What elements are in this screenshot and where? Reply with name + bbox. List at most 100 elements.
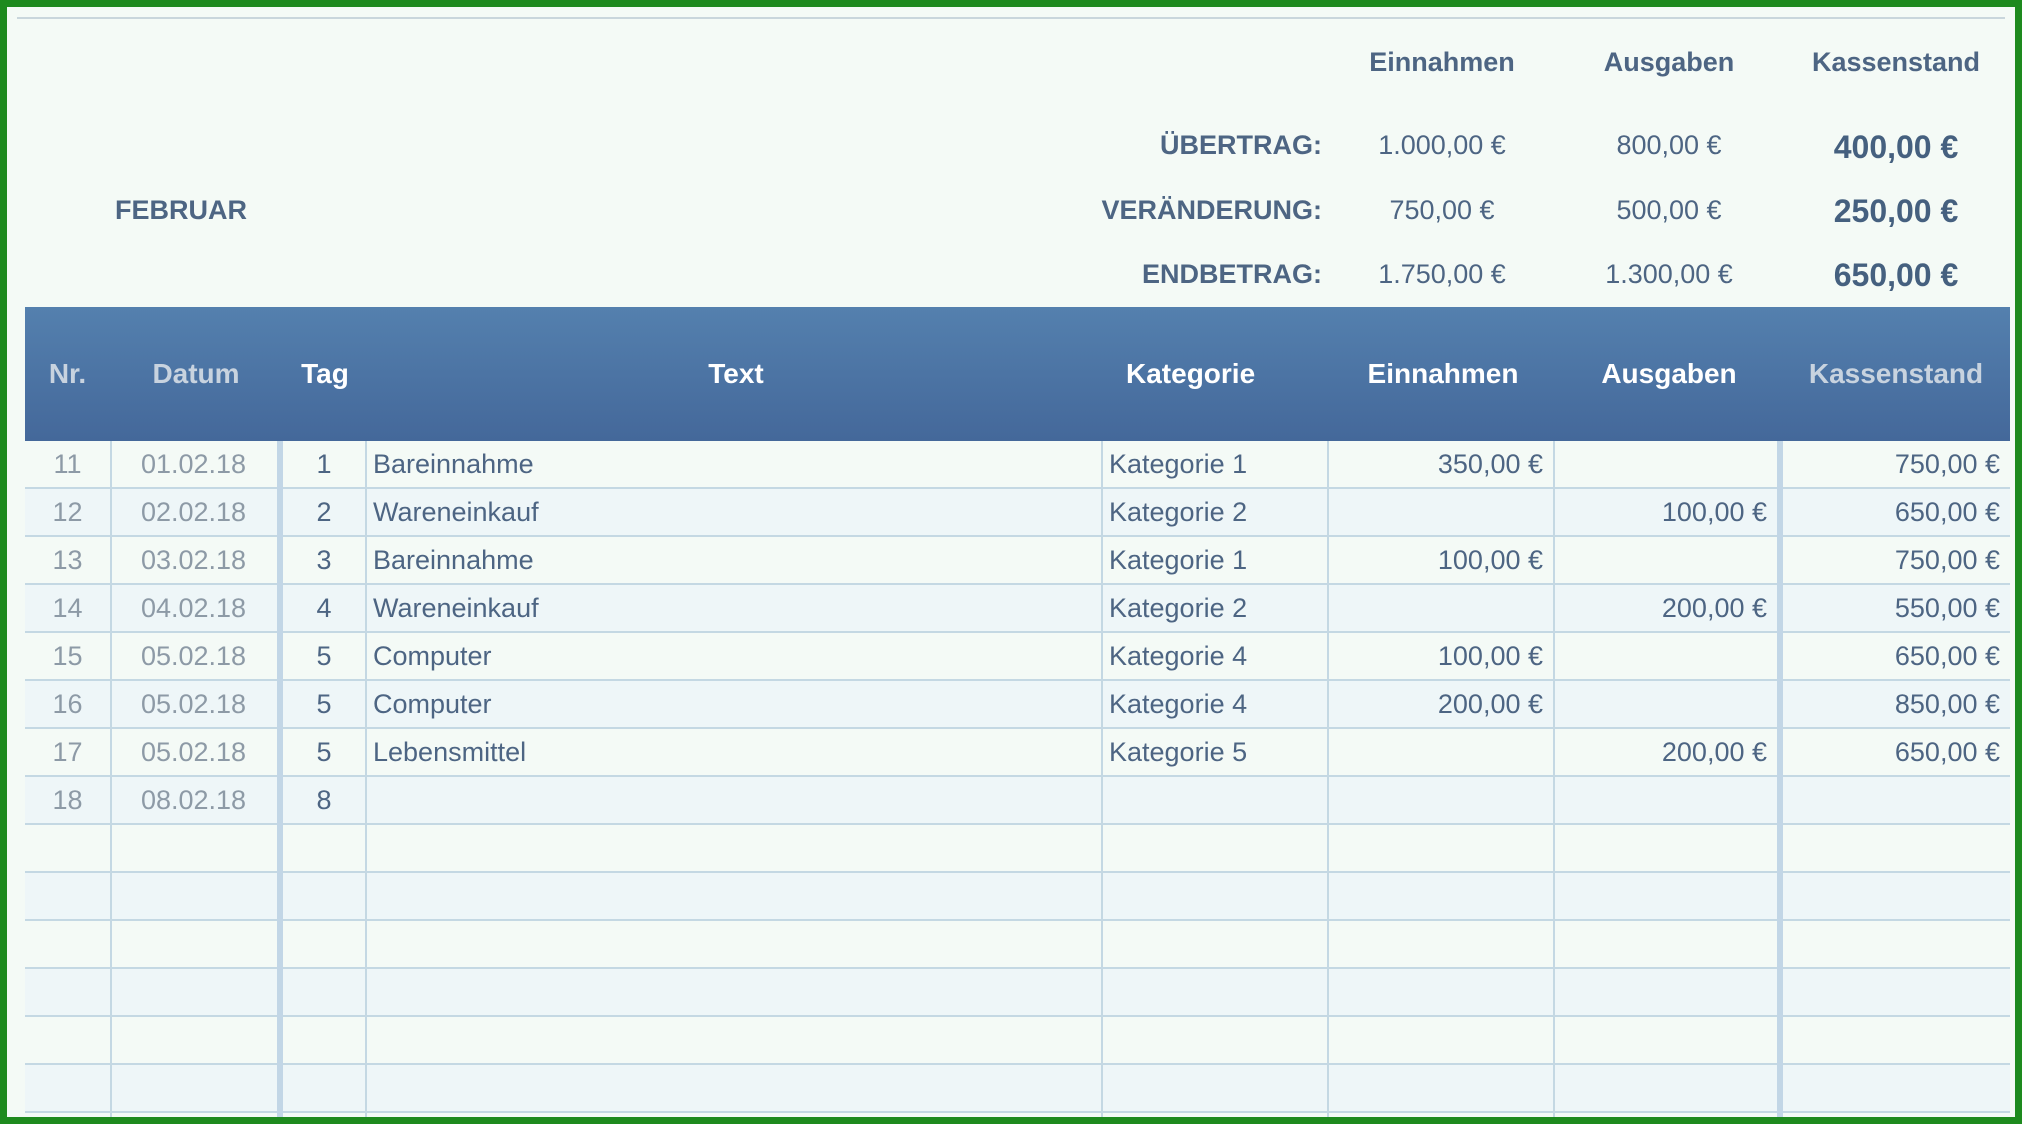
cell-text[interactable] — [367, 1065, 1101, 1111]
cell-kassenstand[interactable] — [1783, 969, 2010, 1015]
column-header-nr[interactable]: Nr. — [25, 307, 110, 441]
cell-tag[interactable] — [283, 1113, 365, 1117]
cell-text[interactable] — [367, 921, 1101, 967]
cell-nr[interactable]: 13 — [25, 537, 110, 583]
cell-datum[interactable]: 01.02.18 — [110, 441, 277, 487]
cell-kategorie[interactable] — [1103, 1113, 1327, 1117]
cell-einnahmen[interactable]: 100,00 € — [1329, 537, 1553, 583]
cell-einnahmen[interactable] — [1329, 1017, 1553, 1063]
table-row[interactable] — [25, 969, 2010, 1017]
table-row[interactable] — [25, 921, 2010, 969]
cell-text[interactable]: Lebensmittel — [367, 729, 1101, 775]
table-row[interactable] — [25, 1017, 2010, 1065]
cell-ausgaben[interactable] — [1555, 825, 1777, 871]
cell-nr[interactable]: 11 — [25, 441, 110, 487]
column-header-text[interactable]: Text — [368, 307, 1104, 441]
cell-tag[interactable]: 5 — [283, 681, 365, 727]
column-header-tag[interactable]: Tag — [282, 307, 368, 441]
summary-veraenderung-einnahmen[interactable]: 750,00 € — [1332, 195, 1552, 226]
cell-einnahmen[interactable] — [1329, 873, 1553, 919]
cell-nr[interactable] — [25, 825, 110, 871]
cell-kategorie[interactable] — [1103, 1017, 1327, 1063]
cell-ausgaben[interactable] — [1555, 969, 1777, 1015]
cell-datum[interactable]: 04.02.18 — [110, 585, 277, 631]
cell-tag[interactable] — [283, 873, 365, 919]
cell-ausgaben[interactable] — [1555, 873, 1777, 919]
cell-tag[interactable] — [283, 1017, 365, 1063]
cell-kassenstand[interactable]: 750,00 € — [1783, 441, 2010, 487]
summary-uebertrag-einnahmen[interactable]: 1.000,00 € — [1332, 130, 1552, 161]
cell-einnahmen[interactable] — [1329, 969, 1553, 1015]
cell-datum[interactable] — [110, 969, 277, 1015]
cell-kassenstand[interactable]: 550,00 € — [1783, 585, 2010, 631]
table-row[interactable]: 11 01.02.18 1 Bareinnahme Kategorie 1 350,00 … — [25, 441, 2010, 489]
cell-einnahmen[interactable] — [1329, 729, 1553, 775]
cell-kategorie[interactable] — [1103, 969, 1327, 1015]
summary-uebertrag-kassenstand[interactable]: 400,00 € — [1786, 129, 2006, 166]
cell-text[interactable] — [367, 825, 1101, 871]
cell-ausgaben[interactable]: 200,00 € — [1555, 729, 1777, 775]
cell-datum[interactable] — [110, 921, 277, 967]
cell-ausgaben[interactable] — [1555, 441, 1777, 487]
cell-nr[interactable]: 15 — [25, 633, 110, 679]
table-row[interactable]: 17 05.02.18 5 Lebensmittel Kategorie 5 200,00… — [25, 729, 2010, 777]
cell-kassenstand[interactable] — [1783, 1065, 2010, 1111]
cell-nr[interactable] — [25, 1017, 110, 1063]
cell-einnahmen[interactable] — [1329, 489, 1553, 535]
cell-tag[interactable] — [283, 921, 365, 967]
cell-datum[interactable] — [110, 1065, 277, 1111]
column-header-kategorie[interactable]: Kategorie — [1104, 307, 1330, 441]
cell-text[interactable]: Bareinnahme — [367, 537, 1101, 583]
cell-ausgaben[interactable] — [1555, 537, 1777, 583]
cell-kategorie[interactable]: Kategorie 2 — [1103, 585, 1327, 631]
table-row[interactable]: 13 03.02.18 3 Bareinnahme Kategorie 1 100,00 … — [25, 537, 2010, 585]
cell-einnahmen[interactable]: 350,00 € — [1329, 441, 1553, 487]
cell-nr[interactable]: 18 — [25, 777, 110, 823]
cell-tag[interactable]: 2 — [283, 489, 365, 535]
cell-kassenstand[interactable]: 850,00 € — [1783, 681, 2010, 727]
cell-nr[interactable] — [25, 873, 110, 919]
cell-text[interactable] — [367, 777, 1101, 823]
summary-endbetrag-einnahmen[interactable]: 1.750,00 € — [1332, 259, 1552, 290]
cell-einnahmen[interactable] — [1329, 1113, 1553, 1117]
table-row[interactable]: 14 04.02.18 4 Wareneinkauf Kategorie 2 200,00… — [25, 585, 2010, 633]
cell-tag[interactable] — [283, 825, 365, 871]
table-row[interactable] — [25, 873, 2010, 921]
column-header-einnahmen[interactable]: Einnahmen — [1330, 307, 1556, 441]
cell-datum[interactable]: 03.02.18 — [110, 537, 277, 583]
cell-ausgaben[interactable] — [1555, 1113, 1777, 1117]
summary-endbetrag-ausgaben[interactable]: 1.300,00 € — [1559, 259, 1779, 290]
cell-tag[interactable]: 5 — [283, 729, 365, 775]
cell-text[interactable] — [367, 1017, 1101, 1063]
table-row[interactable] — [25, 1113, 2010, 1117]
cell-datum[interactable] — [110, 825, 277, 871]
cell-einnahmen[interactable] — [1329, 1065, 1553, 1111]
cell-kassenstand[interactable]: 650,00 € — [1783, 489, 2010, 535]
cell-ausgaben[interactable] — [1555, 1017, 1777, 1063]
cell-nr[interactable]: 14 — [25, 585, 110, 631]
cell-kategorie[interactable] — [1103, 873, 1327, 919]
cell-kassenstand[interactable] — [1783, 777, 2010, 823]
cell-nr[interactable]: 12 — [25, 489, 110, 535]
cell-datum[interactable] — [110, 873, 277, 919]
table-row[interactable] — [25, 825, 2010, 873]
summary-endbetrag-kassenstand[interactable]: 650,00 € — [1786, 257, 2006, 294]
cell-einnahmen[interactable]: 100,00 € — [1329, 633, 1553, 679]
cell-nr[interactable] — [25, 969, 110, 1015]
cell-datum[interactable]: 02.02.18 — [110, 489, 277, 535]
cell-ausgaben[interactable] — [1555, 921, 1777, 967]
summary-veraenderung-ausgaben[interactable]: 500,00 € — [1559, 195, 1779, 226]
cell-einnahmen[interactable] — [1329, 777, 1553, 823]
cell-ausgaben[interactable] — [1555, 1065, 1777, 1111]
summary-veraenderung-kassenstand[interactable]: 250,00 € — [1786, 193, 2006, 230]
cell-nr[interactable] — [25, 1113, 110, 1117]
cell-kassenstand[interactable] — [1783, 873, 2010, 919]
cell-nr[interactable] — [25, 921, 110, 967]
cell-kassenstand[interactable] — [1783, 921, 2010, 967]
cell-ausgaben[interactable]: 200,00 € — [1555, 585, 1777, 631]
cell-kassenstand[interactable]: 650,00 € — [1783, 633, 2010, 679]
cell-tag[interactable]: 1 — [283, 441, 365, 487]
cell-einnahmen[interactable] — [1329, 585, 1553, 631]
cell-text[interactable]: Computer — [367, 681, 1101, 727]
cell-ausgaben[interactable]: 100,00 € — [1555, 489, 1777, 535]
